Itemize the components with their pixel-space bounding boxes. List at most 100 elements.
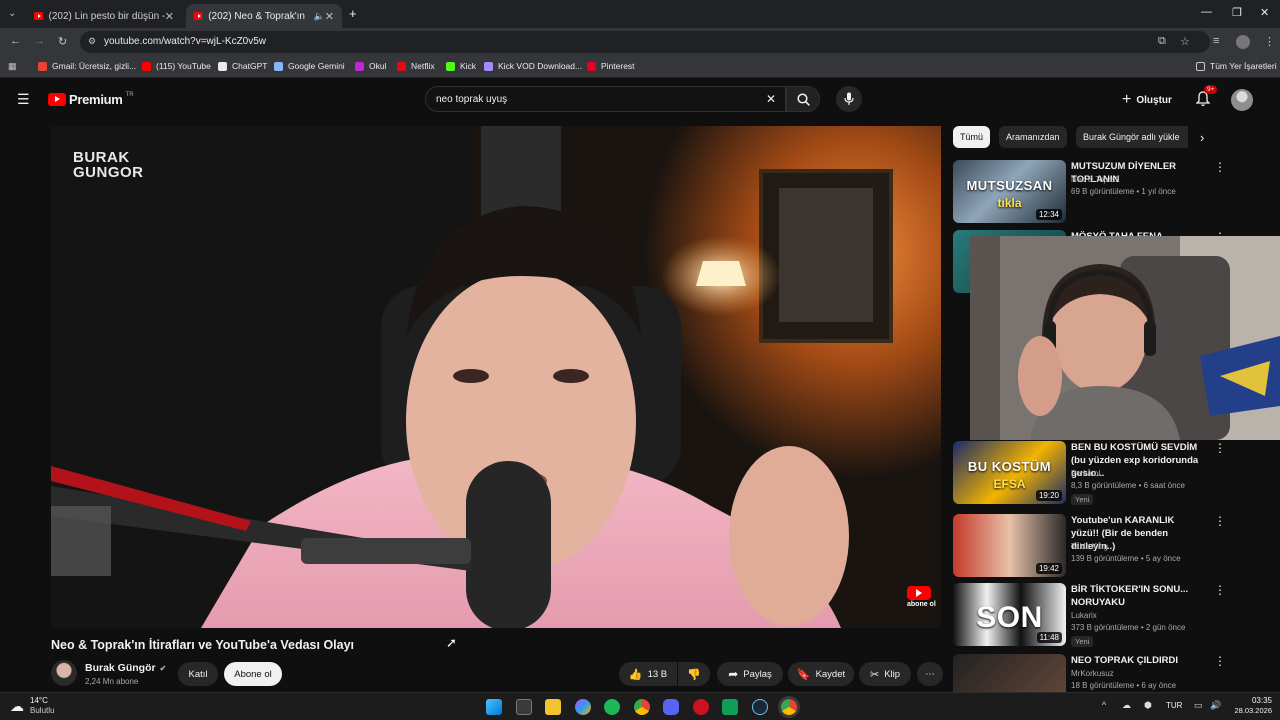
recommendation-item[interactable]: 19:42 Youtube'un KARANLIK yüzü!! (Bir de … <box>953 514 1226 580</box>
video-thumbnail[interactable]: BU KOSTÜM EFSA 19:20 <box>953 441 1066 504</box>
language-indicator[interactable]: TUR <box>1166 701 1182 710</box>
recommendation-title[interactable]: BİR TİKTOKER'IN SONU... NORUYAKU <box>1071 583 1201 609</box>
video-duration: 11:48 <box>1036 632 1062 643</box>
more-horizontal-icon: ⋯ <box>925 668 935 680</box>
youtube-logo[interactable]: Premium TR <box>48 92 134 107</box>
video-thumbnail[interactable]: MUTSUZSAN tıkla 12:34 <box>953 160 1066 223</box>
url-text: youtube.com/watch?v=wjL-KcZ0v5w <box>104 36 267 47</box>
chip-channel-uploads[interactable]: Burak Güngör adlı yükle <box>1076 126 1188 148</box>
all-bookmarks-folder[interactable]: Tüm Yer İşaretleri <box>1196 61 1277 71</box>
address-bar[interactable]: ⚙ youtube.com/watch?v=wjL-KcZ0v5w <box>80 31 1210 53</box>
tab-close-icon[interactable]: ✕ <box>165 10 174 23</box>
tab-close-icon[interactable]: ✕ <box>325 10 334 23</box>
subscribe-button[interactable]: Abone ol <box>224 662 282 686</box>
tray-app-icon[interactable]: ☁ <box>1122 700 1131 711</box>
clock[interactable]: 03:35 28.03.2026 <box>1226 696 1272 716</box>
more-vert-icon[interactable]: ⋮ <box>1214 514 1226 528</box>
chrome-active-icon[interactable] <box>781 699 797 715</box>
recommendation-channel[interactable]: Takla King <box>1071 542 1108 551</box>
search-button[interactable] <box>786 86 820 112</box>
task-view-icon[interactable] <box>516 699 532 715</box>
new-tab-button[interactable]: + <box>349 6 357 21</box>
bookmark-star-icon[interactable]: ☆ <box>1180 35 1190 48</box>
recommendation-channel[interactable]: PorkatoL <box>1071 469 1103 478</box>
install-app-icon[interactable]: ⧉ <box>1158 35 1166 48</box>
bookmark-item[interactable]: Kick VOD Download... <box>484 61 582 71</box>
bookmark-item[interactable]: Pinterest <box>587 61 635 71</box>
recommendation-channel[interactable]: Lukarix <box>1071 611 1097 620</box>
more-actions-button[interactable]: ⋯ <box>917 662 943 686</box>
app-icon[interactable] <box>722 699 738 715</box>
video-player[interactable]: BURAK GUNGOR abone ol <box>51 126 941 628</box>
tab-search-icon[interactable]: ⌄ <box>8 8 16 19</box>
steam-icon[interactable] <box>752 699 768 715</box>
site-info-icon[interactable]: ⚙ <box>88 36 96 47</box>
subscribe-overlay-button[interactable]: abone ol <box>907 586 936 610</box>
clear-search-icon[interactable]: ✕ <box>766 92 776 106</box>
more-vert-icon[interactable]: ⋮ <box>1214 441 1226 455</box>
video-duration: 12:34 <box>1035 209 1062 220</box>
recommendation-item[interactable]: SON 11:48 BİR TİKTOKER'IN SONU... NORUYAKU… <box>953 583 1226 649</box>
bookmark-item[interactable]: Gmail: Ücretsiz, gizli... <box>38 61 136 71</box>
create-button[interactable]: + Oluştur <box>1122 91 1172 109</box>
chip-from-search[interactable]: Aramanızdan <box>999 126 1067 148</box>
channel-name-link[interactable]: Burak Güngör ✔ <box>85 662 166 674</box>
volume-icon[interactable]: 🔊 <box>1210 700 1221 711</box>
bookmark-item[interactable]: Netflix <box>397 61 435 71</box>
browser-menu-icon[interactable]: ⋮ <box>1264 35 1275 48</box>
recommendation-item[interactable]: MUTSUZSAN tıkla 12:34 MUTSUZUM DİYENLER TOP… <box>953 160 1226 226</box>
spotify-icon[interactable] <box>604 699 620 715</box>
account-avatar[interactable] <box>1231 89 1253 111</box>
weather-widget[interactable]: ☁ 14°C Bulutlu <box>10 696 54 716</box>
tray-game-icon[interactable]: ⬢ <box>1144 700 1152 711</box>
channel-avatar[interactable] <box>51 660 77 686</box>
like-button[interactable]: 👍 13 B <box>619 662 677 686</box>
discord-icon[interactable] <box>663 699 679 715</box>
save-button[interactable]: 🔖 Kaydet <box>788 662 854 686</box>
speaker-icon[interactable]: 🔈 <box>314 11 325 22</box>
copilot-icon[interactable] <box>575 699 591 715</box>
tray-chevron-icon[interactable]: ^ <box>1102 700 1106 710</box>
clip-button[interactable]: ✂ Klip <box>859 662 911 686</box>
tab-neo-toprak[interactable]: (202) Neo & Toprak'ın İtirafl 🔈 ✕ <box>186 4 342 28</box>
bookmark-item[interactable]: Okul <box>355 61 386 71</box>
forward-icon[interactable]: → <box>34 35 45 47</box>
recommendation-channel[interactable]: Neo & Toprak <box>1071 175 1119 184</box>
reload-icon[interactable]: ↻ <box>58 35 67 48</box>
recommendation-title[interactable]: NEO TOPRAK ÇILDIRDI <box>1071 654 1201 667</box>
bookmark-item[interactable]: (115) YouTube <box>142 61 211 71</box>
network-icon[interactable]: ▭ <box>1194 700 1203 711</box>
share-button[interactable]: ➦ Paylaş <box>717 662 783 686</box>
back-icon[interactable]: ← <box>10 35 21 47</box>
profile-avatar[interactable] <box>1236 35 1250 49</box>
dislike-button[interactable]: 👎 <box>678 662 710 686</box>
maximize-button[interactable]: ❐ <box>1232 6 1242 19</box>
search-input[interactable]: neo toprak uyuş ✕ <box>425 86 786 112</box>
recommendation-item[interactable]: BU KOSTÜM EFSA 19:20 BEN BU KOSTÜMÜ SEVDİM … <box>953 441 1226 507</box>
video-thumbnail[interactable]: SON 11:48 <box>953 583 1066 646</box>
chips-next-arrow-icon[interactable]: › <box>1200 130 1204 145</box>
file-explorer-icon[interactable] <box>545 699 561 715</box>
reading-list-icon[interactable]: ≡ <box>1213 35 1219 47</box>
chrome-icon[interactable] <box>634 699 650 715</box>
hamburger-menu-icon[interactable]: ☰ <box>17 91 30 108</box>
close-window-button[interactable]: ✕ <box>1260 6 1269 19</box>
windows-start-icon[interactable] <box>486 699 502 715</box>
bookmark-item[interactable]: ChatGPT <box>218 61 267 71</box>
tab-lin-pesto[interactable]: (202) Lin pesto bir düşün - You ✕ <box>26 4 182 28</box>
recommendation-channel[interactable]: MrKorkusuz <box>1071 669 1114 678</box>
notifications-button[interactable]: 9+ <box>1195 85 1218 112</box>
chip-all[interactable]: Tümü <box>953 126 991 148</box>
bookmark-item[interactable]: Google Gemini <box>274 61 345 71</box>
apps-grid-icon[interactable]: ▦ <box>8 61 17 72</box>
more-vert-icon[interactable]: ⋮ <box>1214 583 1226 597</box>
join-button[interactable]: Katıl <box>178 662 218 686</box>
opera-icon[interactable] <box>693 699 709 715</box>
clock-date: 28.03.2026 <box>1234 706 1272 715</box>
video-thumbnail[interactable]: 19:42 <box>953 514 1066 577</box>
voice-search-button[interactable] <box>836 86 862 112</box>
more-vert-icon[interactable]: ⋮ <box>1214 654 1226 668</box>
minimize-button[interactable]: — <box>1201 6 1212 18</box>
bookmark-item[interactable]: Kick <box>446 61 476 71</box>
more-vert-icon[interactable]: ⋮ <box>1214 160 1226 174</box>
